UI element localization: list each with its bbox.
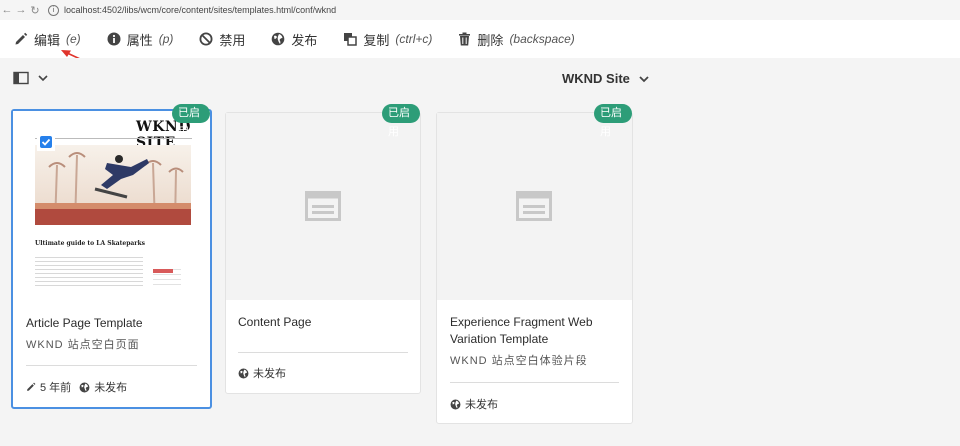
edit-shortcut: (e) [66, 32, 81, 46]
action-bar: 编辑 (e) 属性 (p) 禁用 发布 复制 (ctrl+c) 删除 (back… [0, 20, 960, 59]
properties-shortcut: (p) [158, 32, 174, 46]
card-subtitle: WKND 站点空白体验片段 [450, 355, 588, 367]
template-card-content[interactable]: 已启用 Content Page 未发布 [225, 104, 421, 394]
info-icon [107, 32, 121, 46]
forward-icon[interactable]: → [14, 4, 28, 16]
card-title: Experience Fragment Web Variation Templa… [450, 315, 593, 346]
card-subtitle: WKND 站点空白页面 [26, 339, 140, 351]
status-badge: 已启用 [382, 104, 420, 138]
publish-button[interactable]: 发布 [271, 30, 317, 49]
card-thumbnail [437, 113, 632, 300]
globe-icon [450, 399, 461, 409]
card-divider [238, 352, 408, 353]
thumb-photo [35, 145, 191, 225]
modified-time: 5 年前 [40, 382, 72, 394]
copy-label: 复制 [363, 32, 390, 48]
site-name: WKND Site [562, 71, 630, 86]
address-bar[interactable]: localhost:4502/libs/wcm/core/content/sit… [64, 5, 336, 15]
template-card-xf[interactable]: 已启用 Experience Fragment Web Variation Te… [436, 104, 633, 424]
card-title: Article Page Template [26, 316, 143, 330]
status-badge: 已启用 [594, 104, 632, 138]
thumb-sidebar [153, 265, 181, 285]
pencil-icon [15, 32, 28, 45]
card-title: Content Page [238, 315, 312, 329]
publish-status: 未发布 [253, 368, 286, 380]
thumb-body-text [35, 254, 143, 288]
card-meta: 5 年前 未发布 [26, 379, 127, 395]
page-template-icon [305, 191, 341, 221]
template-card-article[interactable]: WKND SITE Ultimate guide to LA Skatepark… [11, 104, 212, 409]
checkmark-icon [41, 138, 51, 146]
delete-shortcut: (backspace) [509, 32, 575, 46]
edit-button[interactable]: 编辑 (e) [14, 30, 81, 49]
rail-toggle[interactable] [13, 71, 49, 85]
view-bar: WKND Site [0, 58, 960, 100]
pencil-icon [27, 382, 36, 391]
copy-icon [344, 33, 358, 46]
card-meta: 未发布 [450, 396, 498, 412]
card-thumbnail [226, 113, 420, 300]
disable-button[interactable]: 禁用 [199, 30, 245, 49]
edit-label: 编辑 [34, 32, 61, 48]
copy-shortcut: (ctrl+c) [395, 32, 433, 46]
status-badge: 已启用 [172, 104, 210, 138]
disable-label: 禁用 [219, 32, 246, 48]
delete-button[interactable]: 删除 (backspace) [458, 30, 575, 49]
publish-status: 未发布 [465, 399, 498, 411]
reload-icon[interactable]: ↻ [28, 4, 42, 17]
site-switcher[interactable]: WKND Site [562, 71, 650, 86]
copy-button[interactable]: 复制 (ctrl+c) [343, 30, 432, 49]
card-divider [450, 382, 619, 383]
thumb-buttons [153, 269, 173, 273]
globe-icon [79, 382, 90, 392]
properties-label: 属性 [126, 32, 153, 48]
back-icon[interactable]: ← [0, 4, 14, 16]
properties-button[interactable]: 属性 (p) [107, 30, 174, 49]
selection-checkbox[interactable] [37, 133, 55, 151]
globe-icon [272, 32, 285, 46]
publish-label: 发布 [291, 32, 318, 48]
chevron-down-icon [38, 75, 48, 82]
trash-icon [459, 32, 471, 46]
delete-label: 删除 [477, 32, 504, 48]
thumb-headline: Ultimate guide to LA Skateparks [35, 240, 145, 247]
rail-icon [13, 71, 29, 85]
publish-status: 未发布 [94, 382, 128, 394]
card-divider [26, 365, 197, 366]
browser-bar: ← → ↻ i localhost:4502/libs/wcm/core/con… [0, 0, 960, 21]
chevron-down-icon [639, 75, 649, 82]
card-meta: 未发布 [238, 365, 286, 381]
globe-icon [238, 368, 249, 378]
thumb-rule [35, 138, 192, 139]
page-template-icon [516, 191, 552, 221]
site-info-icon[interactable]: i [48, 4, 59, 16]
block-icon [199, 32, 213, 46]
